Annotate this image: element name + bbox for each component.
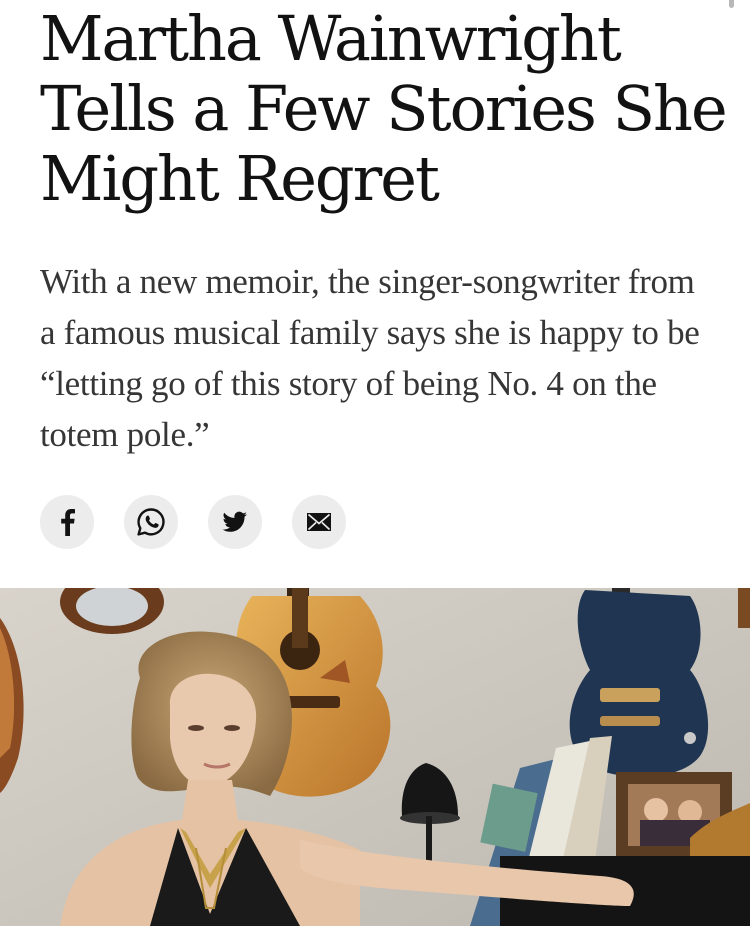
email-share-button[interactable] — [292, 495, 346, 549]
mail-icon — [307, 513, 331, 531]
article-summary: With a new memoir, the singer-songwriter… — [40, 262, 700, 454]
share-toolbar — [40, 495, 346, 549]
hero-photo-illustration — [0, 588, 750, 926]
hero-photo — [0, 588, 750, 926]
whatsapp-icon — [137, 508, 165, 536]
twitter-share-button[interactable] — [208, 495, 262, 549]
twitter-icon — [222, 511, 247, 532]
article-headline: Martha Wainwright Tells a Few Stories Sh… — [40, 2, 728, 215]
facebook-icon — [61, 509, 75, 536]
facebook-share-button[interactable] — [40, 495, 94, 549]
whatsapp-share-button[interactable] — [124, 495, 178, 549]
